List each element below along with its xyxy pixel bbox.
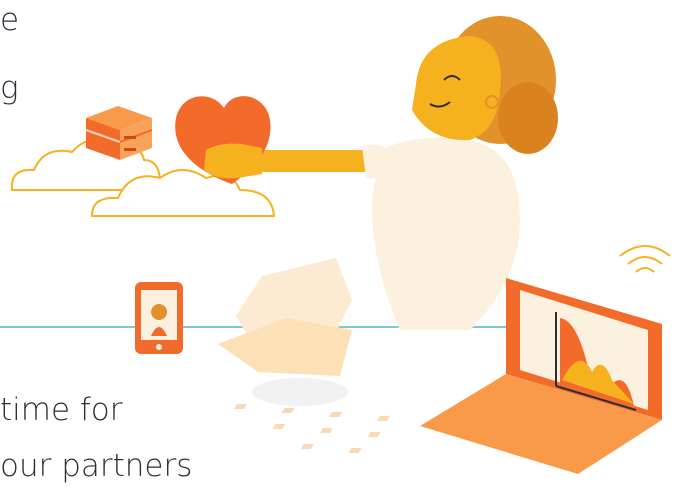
wifi-icon: [619, 245, 671, 273]
person-head: [412, 16, 558, 154]
phone-icon: [135, 282, 183, 354]
text-fragment-3: time for: [0, 392, 123, 428]
paper-icon: [218, 258, 352, 406]
text-fragment-4: our partners: [0, 448, 193, 484]
person-arm: [250, 150, 382, 172]
person-hand: [204, 143, 262, 179]
